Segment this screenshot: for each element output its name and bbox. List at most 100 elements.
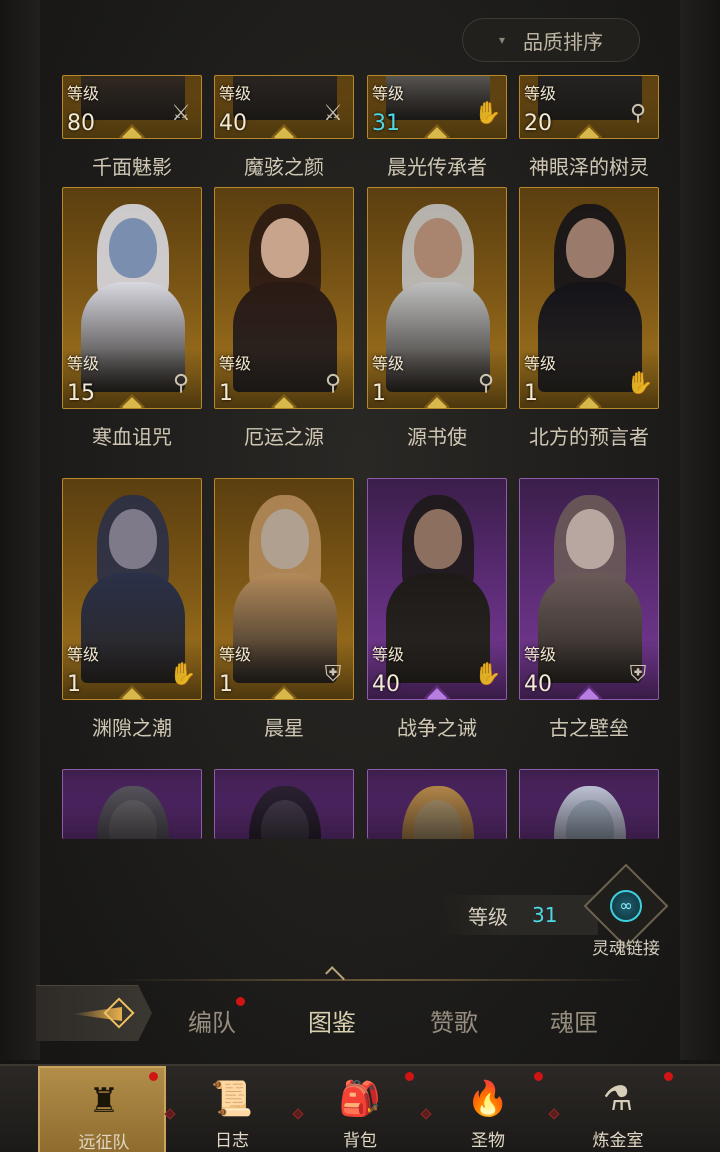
tab-formation[interactable]: 编队 bbox=[188, 1003, 236, 1038]
sort-button-label: 品质排序 bbox=[523, 29, 604, 54]
hero-face bbox=[109, 509, 157, 569]
hand-role-icon: ✋ bbox=[474, 662, 502, 687]
tab-hymns[interactable]: 赞歌 bbox=[430, 1003, 478, 1038]
hero-name: 魔骇之颜 bbox=[244, 155, 324, 179]
hero-level-value: 1 bbox=[67, 672, 81, 697]
hero-level-label: 等级 bbox=[67, 84, 100, 103]
link-icon: ∞ bbox=[610, 890, 642, 922]
bottom-navigation: ♜ 远征队 📜 日志 🎒 背包 🔥 圣物 ⚗ 炼金室 bbox=[0, 1064, 720, 1152]
hero-level-label: 等级 bbox=[219, 645, 252, 664]
hand-role-icon: ✋ bbox=[169, 662, 197, 687]
hero-name: 厄运之源 bbox=[244, 425, 324, 449]
hero-level-value: 40 bbox=[372, 672, 400, 697]
hero-level-label: 等级 bbox=[524, 645, 557, 664]
hero-portrait bbox=[62, 769, 202, 839]
portrait-shade bbox=[215, 779, 353, 839]
hero-portrait: 等级 40 ⛨ bbox=[519, 478, 659, 700]
portrait-shade bbox=[520, 779, 658, 839]
quality-sort-button[interactable]: ▾ 品质排序 bbox=[462, 18, 640, 62]
hero-name: 晨星 bbox=[264, 716, 304, 740]
portrait-shade bbox=[63, 779, 201, 839]
hero-level-label: 等级 bbox=[67, 354, 100, 373]
tab-codex[interactable]: 图鉴 bbox=[308, 1003, 356, 1038]
hero-name: 源书使 bbox=[407, 425, 467, 449]
nav-relics[interactable]: 🔥 圣物 bbox=[424, 1066, 552, 1152]
hero-name: 晨光传承者 bbox=[387, 155, 487, 179]
hero-name: 寒血诅咒 bbox=[92, 425, 172, 449]
nav-alchemy[interactable]: ⚗ 炼金室 bbox=[554, 1066, 682, 1152]
hero-level-label: 等级 bbox=[524, 84, 557, 103]
hero-card[interactable] bbox=[214, 769, 354, 839]
hero-card[interactable]: 等级 1 ⚲ 源书使 bbox=[367, 187, 507, 449]
hero-level-label: 等级 bbox=[219, 84, 252, 103]
nav-expedition[interactable]: ♜ 远征队 bbox=[38, 1066, 166, 1152]
hero-grid[interactable]: 等级 80 ⚔ 千面魅影 等级 40 ⚔ 魔骇之颜 等级 31 ✋ 晨光传承者 等级 20 ⚲ 神眼泽的树灵等… bbox=[62, 75, 662, 855]
soul-level-panel: 等级 31 bbox=[438, 895, 598, 935]
hero-portrait: 等级 1 ✋ bbox=[62, 478, 202, 700]
tab-soul-casket[interactable]: 魂匣 bbox=[550, 1003, 598, 1038]
hero-portrait: 等级 1 ⚲ bbox=[367, 187, 507, 409]
hero-card[interactable]: 等级 1 ✋ 北方的预言者 bbox=[519, 187, 659, 449]
hero-card[interactable] bbox=[62, 769, 202, 839]
hero-level-label: 等级 bbox=[67, 645, 100, 664]
hero-level-value: 1 bbox=[524, 381, 538, 406]
right-frame bbox=[680, 0, 720, 1060]
hero-portrait: 等级 80 ⚔ bbox=[62, 75, 202, 139]
torch-icon: 🔥 bbox=[466, 1079, 510, 1119]
left-frame bbox=[0, 0, 40, 1060]
dropdown-caret-icon: ▾ bbox=[498, 33, 506, 47]
sword-role-icon: ⚔ bbox=[323, 101, 343, 126]
hero-card[interactable] bbox=[367, 769, 507, 839]
hero-card[interactable]: 等级 1 ⛨ 晨星 bbox=[214, 478, 354, 740]
hero-level-value: 40 bbox=[524, 672, 552, 697]
hero-level-value: 15 bbox=[67, 381, 95, 406]
hero-level-value: 31 bbox=[372, 111, 400, 136]
hand-role-icon: ✋ bbox=[474, 101, 502, 126]
hero-card[interactable]: 等级 40 ⚔ 魔骇之颜 bbox=[214, 75, 354, 179]
hero-level-value: 20 bbox=[524, 111, 552, 136]
notification-badge bbox=[236, 997, 245, 1006]
hero-face bbox=[566, 509, 614, 569]
soul-link-label: 灵魂链接 bbox=[592, 939, 660, 959]
sword-role-icon: ⚔ bbox=[171, 101, 191, 126]
hero-card[interactable]: 等级 1 ⚲ 厄运之源 bbox=[214, 187, 354, 449]
divider-ornament-icon bbox=[325, 966, 345, 986]
hero-level-value: 1 bbox=[219, 672, 233, 697]
hero-level-label: 等级 bbox=[372, 84, 405, 103]
nav-journal[interactable]: 📜 日志 bbox=[168, 1066, 296, 1152]
hero-portrait: 等级 40 ⚔ bbox=[214, 75, 354, 139]
hero-portrait bbox=[214, 769, 354, 839]
hero-portrait: 等级 31 ✋ bbox=[367, 75, 507, 139]
hero-level-value: 80 bbox=[67, 111, 95, 136]
hero-card[interactable]: 等级 20 ⚲ 神眼泽的树灵 bbox=[519, 75, 659, 179]
hero-level-value: 1 bbox=[219, 381, 233, 406]
hero-card[interactable]: 等级 80 ⚔ 千面魅影 bbox=[62, 75, 202, 179]
hero-card[interactable]: 等级 40 ✋ 战争之诫 bbox=[367, 478, 507, 740]
back-button[interactable] bbox=[36, 985, 152, 1041]
hero-portrait: 等级 1 ⛨ bbox=[214, 478, 354, 700]
notification-badge bbox=[405, 1072, 414, 1081]
scroll-icon: 📜 bbox=[210, 1079, 254, 1119]
hero-level-value: 40 bbox=[219, 111, 247, 136]
soul-link-button[interactable]: ∞ 灵魂链接 bbox=[582, 863, 670, 959]
soul-level-value: 31 bbox=[532, 903, 558, 927]
hero-level-label: 等级 bbox=[524, 354, 557, 373]
staff-role-icon: ⚲ bbox=[477, 371, 495, 396]
hero-card[interactable]: 等级 40 ⛨ 古之壁垒 bbox=[519, 478, 659, 740]
hero-portrait bbox=[519, 769, 659, 839]
hero-face bbox=[414, 218, 462, 278]
hero-card[interactable] bbox=[519, 769, 659, 839]
diamond-icon bbox=[103, 997, 135, 1029]
hero-card[interactable]: 等级 1 ✋ 渊隙之潮 bbox=[62, 478, 202, 740]
hero-card[interactable]: 等级 31 ✋ 晨光传承者 bbox=[367, 75, 507, 179]
nav-label: 圣物 bbox=[471, 1131, 505, 1151]
hero-card[interactable]: 等级 15 ⚲ 寒血诅咒 bbox=[62, 187, 202, 449]
hero-level-label: 等级 bbox=[372, 354, 405, 373]
hero-name: 战争之诫 bbox=[397, 716, 477, 740]
shield-role-icon: ⛨ bbox=[324, 662, 342, 687]
notification-badge bbox=[534, 1072, 543, 1081]
hero-portrait bbox=[367, 769, 507, 839]
backpack-icon: 🎒 bbox=[338, 1079, 382, 1119]
hero-name: 古之壁垒 bbox=[549, 716, 629, 740]
hero-name: 渊隙之潮 bbox=[92, 716, 172, 740]
